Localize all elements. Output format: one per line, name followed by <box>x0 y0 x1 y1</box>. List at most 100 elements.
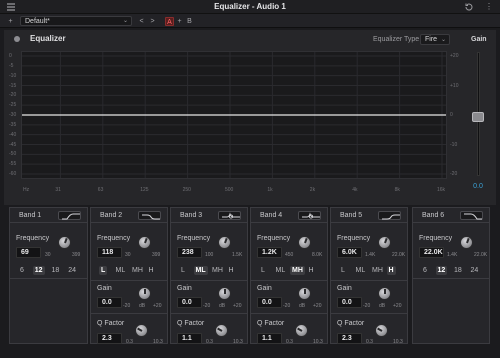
band-name: Band 4 <box>260 212 283 219</box>
gain-label: Gain <box>471 36 487 43</box>
q-min: 0.3 <box>366 339 373 345</box>
high-shelf-filter-icon[interactable] <box>378 211 401 220</box>
q-factor-value[interactable]: 1.1 <box>177 333 202 344</box>
gain-value[interactable]: 0.0 <box>257 297 282 308</box>
range-option[interactable]: L <box>259 266 267 275</box>
low-shelf-filter-icon[interactable] <box>138 211 161 220</box>
prev-preset-button[interactable]: < <box>137 17 146 26</box>
bell-filter-icon[interactable] <box>298 211 321 220</box>
gain-knob[interactable] <box>138 287 151 300</box>
band-3-panel: Band 3 Frequency 238 100 1.5K L ML MH H Gain 0.0 -2… <box>170 207 248 345</box>
range-option[interactable]: ML <box>193 266 208 275</box>
frequency-knob[interactable] <box>218 236 231 249</box>
x-tick-label: 500 <box>225 187 234 193</box>
gain-label: Gain <box>337 285 352 292</box>
frequency-label: Frequency <box>419 235 453 242</box>
compare-a-button[interactable]: A <box>165 17 174 26</box>
frequency-knob[interactable] <box>58 236 71 249</box>
y-tick-label: -45 <box>9 141 17 148</box>
band-5-panel: Band 5 Frequency 6.0K 1.4K 22.0K L ML MH H Gain 0.… <box>330 207 408 345</box>
range-option[interactable]: 12 <box>32 266 45 275</box>
frequency-knob[interactable] <box>298 236 311 249</box>
low-pass-filter-icon[interactable] <box>460 211 483 220</box>
gain-label: Gain <box>257 285 272 292</box>
gain-tick-label: +10 <box>450 82 459 89</box>
range-option[interactable]: L <box>339 266 347 275</box>
q-factor-value[interactable]: 2.3 <box>97 333 122 344</box>
frequency-value[interactable]: 69 <box>16 247 41 258</box>
gain-knob[interactable] <box>218 287 231 300</box>
q-factor-knob[interactable] <box>135 324 148 337</box>
gain-value[interactable]: 0.0 <box>468 183 488 190</box>
band-header: Band 6 <box>413 208 489 223</box>
gain-unit: dB <box>219 303 226 309</box>
frequency-label: Frequency <box>177 235 211 242</box>
next-preset-button[interactable]: > <box>148 17 157 26</box>
q-factor-knob[interactable] <box>295 324 308 337</box>
range-option[interactable]: 12 <box>435 266 448 275</box>
q-factor-label: Q Factor <box>97 320 125 327</box>
range-option[interactable]: 24 <box>66 266 78 275</box>
frequency-value[interactable]: 238 <box>177 247 202 258</box>
frequency-value[interactable]: 118 <box>97 247 122 258</box>
gain-knob[interactable] <box>298 287 311 300</box>
range-option[interactable]: MH <box>290 266 305 275</box>
frequency-value[interactable]: 6.0K <box>337 247 362 258</box>
range-option[interactable]: 6 <box>421 266 429 275</box>
enable-toggle[interactable] <box>14 36 20 42</box>
range-option[interactable]: 18 <box>50 266 62 275</box>
band-header: Band 5 <box>331 208 407 223</box>
range-option[interactable]: H <box>307 266 316 275</box>
frequency-max: 399 <box>152 252 161 258</box>
bell-filter-icon[interactable] <box>218 211 241 220</box>
range-option[interactable]: MH <box>210 266 225 275</box>
range-option[interactable]: ML <box>354 266 368 275</box>
preset-dropdown[interactable]: Default* ⌄ <box>20 16 132 26</box>
frequency-value[interactable]: 1.2K <box>257 247 282 258</box>
eq-graph[interactable] <box>21 51 447 179</box>
range-option[interactable]: MH <box>370 266 385 275</box>
q-factor-knob[interactable] <box>215 324 228 337</box>
range-option[interactable]: L <box>179 266 187 275</box>
band-name: Band 5 <box>340 212 363 219</box>
range-option[interactable]: H <box>227 266 236 275</box>
range-option[interactable]: 6 <box>18 266 26 275</box>
range-option[interactable]: ML <box>114 266 128 275</box>
q-factor-value[interactable]: 2.3 <box>337 333 362 344</box>
high-pass-filter-icon[interactable] <box>58 211 81 220</box>
frequency-knob[interactable] <box>460 236 473 249</box>
gain-label: Gain <box>97 285 112 292</box>
band-4-panel: Band 4 Frequency 1.2K 450 8.0K L ML MH H Gain 0.0-… <box>250 207 328 345</box>
frequency-knob[interactable] <box>378 236 391 249</box>
frequency-label: Frequency <box>337 235 371 242</box>
frequency-value[interactable]: 22.0K <box>419 247 444 258</box>
gain-value[interactable]: 0.0 <box>177 297 202 308</box>
copy-button[interactable]: + <box>175 17 184 26</box>
frequency-knob[interactable] <box>138 236 151 249</box>
eq-type-dropdown[interactable]: Fire ⌄ <box>420 34 450 45</box>
range-option[interactable]: L <box>99 266 108 275</box>
gain-value[interactable]: 0.0 <box>97 297 122 308</box>
range-option[interactable]: MH <box>130 266 145 275</box>
reset-icon[interactable] <box>464 2 474 12</box>
gain-knob[interactable] <box>378 287 391 300</box>
more-options-icon[interactable]: ⋮ <box>484 2 494 12</box>
x-tick-label: 250 <box>182 187 191 193</box>
range-option[interactable]: 24 <box>469 266 481 275</box>
gain-section: Gain 0.0 -20 dB +20 <box>171 281 247 314</box>
x-tick-label: 2k <box>309 187 316 193</box>
gain-value[interactable]: 0.0 <box>337 297 362 308</box>
frequency-max: 22.0K <box>392 252 406 258</box>
add-preset-icon[interactable]: + <box>6 17 15 26</box>
band-header: Band 3 <box>171 208 247 223</box>
gain-max: +20 <box>313 303 322 309</box>
gain-slider-thumb[interactable] <box>472 112 484 122</box>
compare-b-button[interactable]: B <box>185 17 194 26</box>
range-option[interactable]: 18 <box>452 266 464 275</box>
range-option[interactable]: H <box>147 266 156 275</box>
range-option[interactable]: ML <box>274 266 288 275</box>
q-factor-value[interactable]: 1.1 <box>257 333 282 344</box>
q-min: 0.3 <box>286 339 293 345</box>
range-option[interactable]: H <box>386 266 396 275</box>
q-factor-knob[interactable] <box>375 324 388 337</box>
